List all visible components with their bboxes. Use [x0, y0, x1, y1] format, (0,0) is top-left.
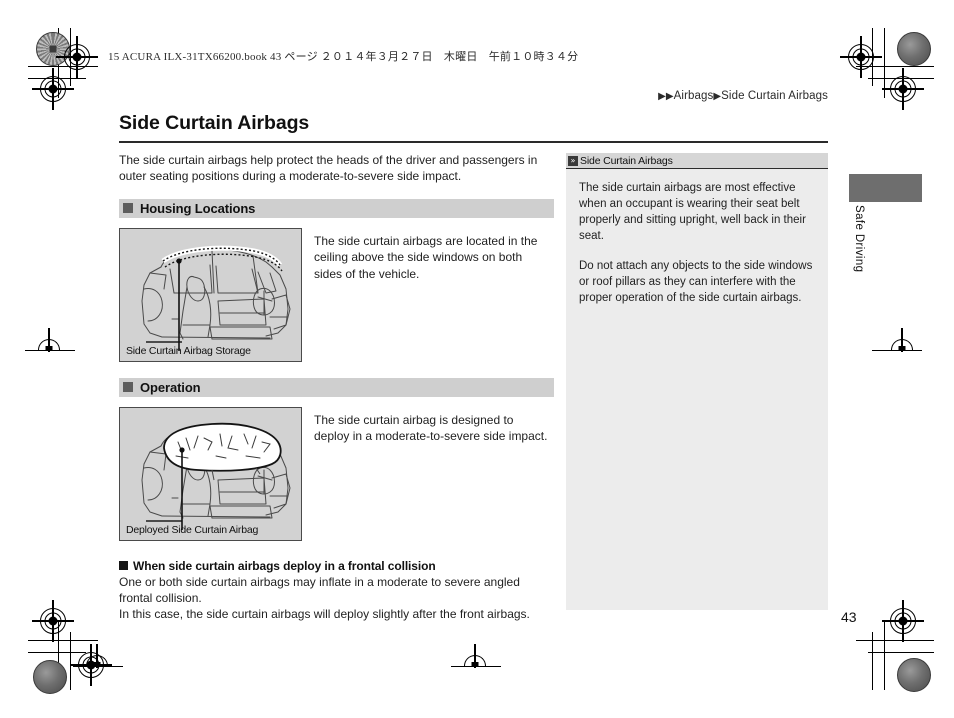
- subsection-bullet-icon: [119, 560, 128, 570]
- breadcrumb-parent[interactable]: Airbags: [674, 90, 714, 102]
- page-title: Side Curtain Airbags: [119, 112, 310, 134]
- crop-line: [28, 640, 98, 642]
- breadcrumb-arrow-icon: ▶: [658, 90, 666, 102]
- crop-line: [884, 620, 886, 690]
- housing-locations-body: The side curtain airbags are located in …: [314, 233, 538, 281]
- figure-row-operation: Deployed Side Curtain Airbag The side cu…: [119, 406, 549, 541]
- side-note-body: The side curtain airbags are most effect…: [566, 169, 828, 306]
- double-chevron-icon: »: [568, 155, 578, 166]
- figure-caption: Side Curtain Airbag Storage: [126, 344, 251, 357]
- registration-blob: [33, 660, 67, 694]
- breadcrumb-arrow-icon: ▶: [713, 90, 722, 102]
- figure-row-housing-locations: Side Curtain Airbag Storage The side cur…: [119, 227, 549, 362]
- title-divider: [119, 141, 828, 143]
- car-interior-stowed-airbag-illustration: [141, 245, 291, 351]
- side-note-paragraph-2: Do not attach any objects to the side wi…: [579, 260, 813, 304]
- registration-target: [32, 68, 74, 110]
- registration-target: [882, 68, 924, 110]
- registration-blob: [897, 658, 931, 692]
- chapter-tab-block: [849, 174, 922, 202]
- side-note-panel: » Side Curtain Airbags The side curtain …: [566, 153, 828, 610]
- figure-deployed-side-curtain-airbag: Deployed Side Curtain Airbag: [119, 406, 302, 541]
- section-header-operation: Operation: [119, 377, 554, 397]
- section-title: Operation: [140, 379, 201, 395]
- section-bullet-icon: [123, 382, 133, 393]
- print-header: 15 ACURA ILX-31TX66200.book 43 ページ ２０１４年…: [108, 51, 579, 63]
- main-content: Side Curtain Airbags The side curtain ai…: [119, 112, 828, 622]
- operation-body: The side curtain airbag is designed to d…: [314, 412, 548, 444]
- subsection-paragraph-2: In this case, the side curtain airbags w…: [119, 606, 530, 621]
- side-note-paragraph-1: The side curtain airbags are most effect…: [579, 182, 806, 242]
- registration-target: [32, 600, 74, 642]
- breadcrumb-current: Side Curtain Airbags: [721, 90, 828, 102]
- breadcrumb-arrow-icon: ▶: [665, 90, 674, 102]
- subsection-frontal-collision: When side curtain airbags deploy in a fr…: [119, 559, 554, 622]
- edge-registration-mark: [25, 328, 75, 352]
- registration-target: [56, 36, 98, 78]
- intro-paragraph: The side curtain airbags help protect th…: [119, 152, 538, 184]
- side-note-header: » Side Curtain Airbags: [566, 153, 828, 169]
- registration-blob: [897, 32, 931, 66]
- crop-line: [868, 652, 934, 654]
- subsection-heading: When side curtain airbags deploy in a fr…: [119, 559, 554, 573]
- edge-registration-mark: [73, 644, 123, 668]
- edge-registration-mark: [872, 328, 922, 352]
- section-bullet-icon: [123, 203, 133, 214]
- section-header-housing-locations: Housing Locations: [119, 198, 554, 218]
- subsection-paragraph-1: One or both side curtain airbags may inf…: [119, 574, 520, 605]
- figure-caption: Deployed Side Curtain Airbag: [126, 523, 259, 536]
- edge-registration-mark: [451, 644, 501, 668]
- registration-target: [840, 36, 882, 78]
- registration-target: [882, 600, 924, 642]
- crop-line: [28, 652, 86, 654]
- chapter-tab-label: Safe Driving: [853, 205, 865, 273]
- side-note-title: Side Curtain Airbags: [580, 154, 673, 167]
- page-number: 43: [841, 609, 857, 625]
- breadcrumb: ▶▶Airbags▶Side Curtain Airbags: [658, 90, 828, 102]
- section-title: Housing Locations: [140, 200, 256, 216]
- car-interior-deployed-airbag-illustration: [141, 422, 291, 530]
- figure-side-curtain-airbag-storage: Side Curtain Airbag Storage: [119, 227, 302, 362]
- crop-line: [28, 66, 98, 68]
- subsection-heading-text: When side curtain airbags deploy in a fr…: [133, 558, 436, 573]
- crop-line: [856, 640, 934, 642]
